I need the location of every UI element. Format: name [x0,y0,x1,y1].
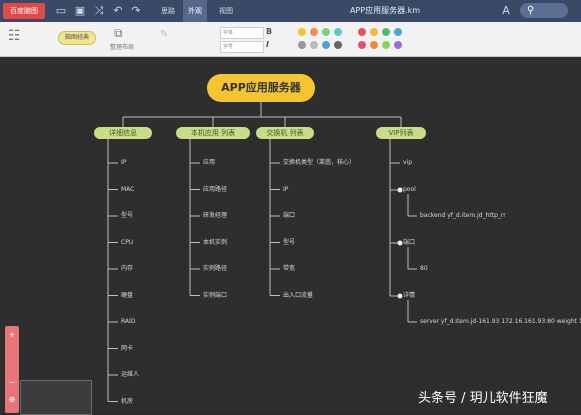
leaf-topic[interactable]: 应用路径 [203,185,227,194]
leaf-topic[interactable]: 80 [420,264,428,273]
leaf-topic[interactable]: 实例端口 [203,291,227,300]
leaf-topic[interactable]: 端口 [403,238,415,247]
watermark-text: 头条号 / 玥儿软件狂魔 [418,391,548,406]
zoom-out-icon[interactable]: − [5,378,19,387]
leaf-topic[interactable]: 研发经理 [203,211,227,220]
leaf-topic[interactable]: 型号 [283,238,295,247]
leaf-topic[interactable]: vip [403,158,412,167]
leaf-topic[interactable]: 带宽 [283,264,295,273]
leaf-topic[interactable]: RAID [121,317,135,326]
expand-toggle [397,240,403,246]
leaf-topic[interactable]: 运维人 [121,370,139,379]
branch-topic[interactable]: VIP列表 [376,127,426,139]
branch-topic[interactable]: 交换机 列表 [256,127,314,139]
leaf-topic[interactable]: 应用 [203,158,215,167]
zoom-in-icon[interactable]: + [5,330,19,339]
leaf-topic[interactable]: pool [403,185,416,194]
leaf-topic[interactable]: MAC [121,185,134,194]
expand-toggle [397,293,403,299]
leaf-topic[interactable]: IP [121,158,126,167]
leaf-topic[interactable]: 端口 [283,211,295,220]
leaf-topic[interactable]: 出入口流量 [283,291,313,300]
leaf-topic[interactable]: 机房 [121,397,133,406]
leaf-topic[interactable]: IP [283,185,288,194]
expand-toggle [397,187,403,193]
leaf-topic[interactable]: 硬盘 [121,291,133,300]
leaf-topic[interactable]: 实例路径 [203,264,227,273]
leaf-topic[interactable]: 本机实例 [203,238,227,247]
locate-icon[interactable]: ⊕ [5,395,19,404]
leaf-topic[interactable]: backend yf_d.item.jd_http_rr [420,211,506,220]
leaf-topic[interactable]: 详情 [403,291,415,300]
mindmap-connectors [107,102,417,402]
leaf-topic[interactable]: server yf_d.item.jd-161.93 172.16.161.93… [420,317,581,326]
leaf-topic[interactable]: 交换机类型（莱茵，核心） [283,158,355,167]
branch-topic[interactable]: 本机应用 列表 [176,127,250,139]
leaf-topic[interactable]: CPU [121,238,133,247]
minimap[interactable] [20,380,92,415]
root-topic[interactable]: APP应用服务器 [207,74,315,102]
branch-topic[interactable]: 详细信息 [94,127,152,139]
leaf-topic[interactable]: 型号 [121,211,133,220]
leaf-topic[interactable]: 内存 [121,264,133,273]
leaf-topic[interactable]: 网卡 [121,344,133,353]
